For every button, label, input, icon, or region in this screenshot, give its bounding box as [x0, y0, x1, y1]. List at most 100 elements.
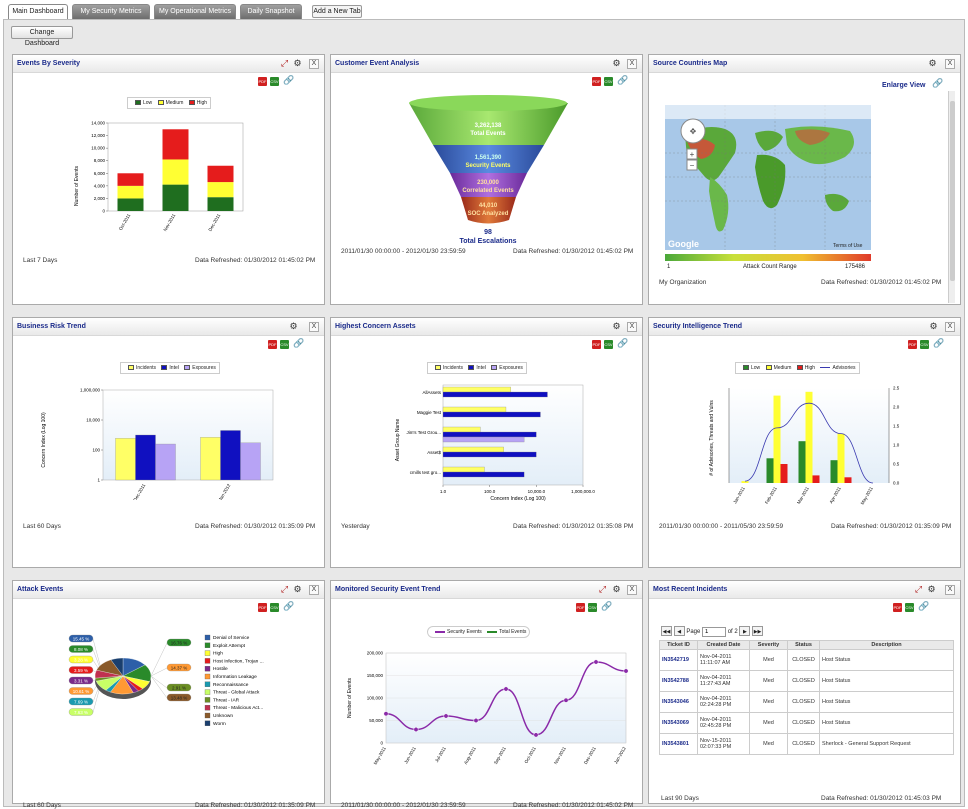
- pdf-export-icon[interactable]: PDF: [258, 603, 267, 612]
- chart-legend: Incidents Intel Exposures: [120, 362, 220, 374]
- pdf-export-icon[interactable]: PDF: [592, 340, 601, 349]
- terms-of-use-link[interactable]: Terms of Use: [833, 243, 863, 249]
- pdf-export-icon[interactable]: PDF: [893, 603, 902, 612]
- link-icon[interactable]: 🔗: [283, 601, 294, 612]
- panel-title: Security Intelligence Trend: [653, 323, 743, 330]
- table-row[interactable]: IN3543801 Nov-15-2011 02:07:33 PM Med CLOSE…: [659, 733, 954, 755]
- link-icon[interactable]: 🔗: [283, 75, 294, 86]
- table-row[interactable]: IN3542788 Nov-04-2011 11:27:43 AM Med CLOSE…: [659, 670, 954, 692]
- bar: [240, 442, 261, 481]
- link-icon[interactable]: 🔗: [293, 338, 304, 349]
- gear-icon[interactable]: ⚙: [928, 321, 939, 332]
- close-icon[interactable]: X: [309, 585, 319, 595]
- panel-source-countries-map: Source Countries Map ⚙ X Enlarge View 🔗 …: [648, 54, 961, 305]
- column-header-ticket-id[interactable]: Ticket ID: [659, 640, 698, 650]
- enlarge-view-link[interactable]: Enlarge View: [882, 82, 925, 89]
- link-icon[interactable]: 🔗: [617, 338, 628, 349]
- table-row[interactable]: IN3543046 Nov-04-2011 02:24:28 PM Med CLOSE…: [659, 691, 954, 713]
- close-icon[interactable]: X: [627, 322, 637, 332]
- tab-my-security-metrics[interactable]: My Security Metrics: [72, 4, 150, 19]
- gear-icon[interactable]: ⚙: [611, 321, 622, 332]
- x-tick-label: Mar-2011: [796, 486, 810, 505]
- close-icon[interactable]: X: [627, 59, 637, 69]
- chart-type-icon[interactable]: ⤢: [913, 584, 924, 595]
- funnel-value: 3,262,138: [475, 123, 502, 129]
- last-page-button[interactable]: ▶▶: [752, 626, 764, 636]
- scrollbar[interactable]: [948, 91, 955, 303]
- gear-icon[interactable]: ⚙: [611, 58, 622, 69]
- ticket-id-cell[interactable]: IN3543046: [659, 691, 698, 713]
- bar: [162, 159, 189, 185]
- csv-export-icon[interactable]: CSV: [920, 340, 929, 349]
- tab-daily-snapshot[interactable]: Daily Snapshot: [240, 4, 302, 19]
- tab-my-operational-metrics[interactable]: My Operational Metrics: [154, 4, 236, 19]
- table-row[interactable]: IN3543069 Nov-04-2011 02:45:28 PM Med CLOSE…: [659, 712, 954, 734]
- gear-icon[interactable]: ⚙: [927, 58, 938, 69]
- first-page-button[interactable]: ◀◀: [661, 626, 672, 636]
- change-dashboard-button[interactable]: Change Dashboard: [11, 26, 73, 47]
- column-header-severity[interactable]: Severity: [749, 640, 788, 650]
- column-header-description[interactable]: Description: [819, 640, 954, 650]
- severity-cell: Med: [749, 691, 788, 713]
- pdf-export-icon[interactable]: PDF: [258, 77, 267, 86]
- column-header-created-date[interactable]: Created Date: [697, 640, 750, 650]
- gear-icon[interactable]: ⚙: [288, 321, 299, 332]
- csv-export-icon[interactable]: CSV: [280, 340, 289, 349]
- csv-export-icon[interactable]: CSV: [905, 603, 914, 612]
- link-icon[interactable]: 🔗: [932, 78, 943, 89]
- link-icon[interactable]: 🔗: [918, 601, 929, 612]
- link-icon[interactable]: 🔗: [933, 338, 944, 349]
- ticket-id-cell[interactable]: IN3543069: [659, 712, 698, 734]
- prev-page-button[interactable]: ◀: [673, 626, 685, 636]
- chart-type-icon[interactable]: ⤢: [279, 58, 290, 69]
- pdf-export-icon[interactable]: PDF: [576, 603, 585, 612]
- close-icon[interactable]: X: [309, 322, 319, 332]
- severity-cell: Med: [749, 712, 788, 734]
- csv-export-icon[interactable]: CSV: [604, 77, 613, 86]
- pdf-export-icon[interactable]: PDF: [908, 340, 917, 349]
- next-page-button[interactable]: ▶: [739, 626, 751, 636]
- gear-icon[interactable]: ⚙: [926, 584, 937, 595]
- pdf-export-icon[interactable]: PDF: [268, 340, 277, 349]
- add-new-tab-button[interactable]: Add a New Tab: [312, 5, 362, 18]
- footer-refreshed: Data Refreshed: 01/30/2012 01:45:03 PM: [821, 795, 942, 802]
- chart-type-icon[interactable]: ⤢: [279, 584, 290, 595]
- x-tick-label: Feb-2011: [764, 486, 778, 505]
- table-row[interactable]: IN3542719 Nov-04-2011 11:11:07 AM Med CLOSE…: [659, 649, 954, 671]
- scrollbar-thumb[interactable]: [950, 101, 955, 281]
- csv-export-icon[interactable]: CSV: [604, 340, 613, 349]
- csv-export-icon[interactable]: CSV: [270, 603, 279, 612]
- chart-type-icon[interactable]: ⤢: [597, 584, 608, 595]
- close-icon[interactable]: X: [627, 585, 637, 595]
- y-tick-label: 2,000: [94, 196, 106, 201]
- column-header-status[interactable]: Status: [787, 640, 820, 650]
- pdf-export-icon[interactable]: PDF: [592, 77, 601, 86]
- close-icon[interactable]: X: [945, 322, 955, 332]
- severity-cell: Med: [749, 733, 788, 755]
- close-icon[interactable]: X: [309, 59, 319, 69]
- csv-export-icon[interactable]: CSV: [270, 77, 279, 86]
- legend-label: Advisories: [832, 365, 856, 371]
- legend-swatch: [161, 365, 168, 371]
- panel-title: Events By Severity: [17, 60, 81, 67]
- csv-export-icon[interactable]: CSV: [588, 603, 597, 612]
- close-icon[interactable]: X: [945, 59, 955, 69]
- footer-period: 2011/01/30 00:00:00 - 2012/01/30 23:59:5…: [341, 248, 466, 255]
- ticket-id-cell[interactable]: IN3542719: [659, 649, 698, 671]
- ticket-id-cell[interactable]: IN3542788: [659, 670, 698, 692]
- funnel-label: Security Events: [465, 163, 511, 169]
- world-map[interactable]: ✥ + − Google Terms of Use: [665, 105, 871, 250]
- tab-main-dashboard[interactable]: Main Dashboard: [8, 4, 68, 20]
- ticket-id-cell[interactable]: IN3543801: [659, 733, 698, 755]
- panel-header: Security Intelligence Trend ⚙ X: [649, 318, 960, 336]
- gear-icon[interactable]: ⚙: [292, 584, 303, 595]
- x-tick-label: Jan-2012: [613, 746, 627, 765]
- gear-icon[interactable]: ⚙: [611, 584, 622, 595]
- page-number-input[interactable]: [702, 627, 727, 637]
- footer-period: Last 60 Days: [23, 802, 61, 809]
- link-icon[interactable]: 🔗: [617, 75, 628, 86]
- legend-swatch: [796, 365, 803, 371]
- link-icon[interactable]: 🔗: [601, 601, 612, 612]
- close-icon[interactable]: X: [945, 585, 955, 595]
- gear-icon[interactable]: ⚙: [292, 58, 303, 69]
